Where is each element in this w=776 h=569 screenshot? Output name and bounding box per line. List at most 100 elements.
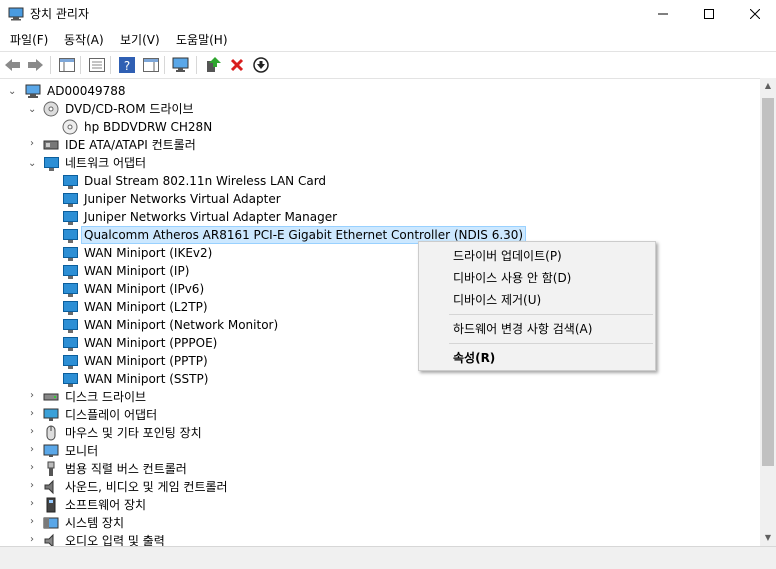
menu-view[interactable]: 보기(V) <box>120 31 160 48</box>
toolbar-divider <box>110 56 111 74</box>
tree-category-label: 마우스 및 기타 포인팅 장치 <box>65 426 202 440</box>
forward-arrow-icon <box>28 59 43 71</box>
tree-device-row[interactable]: WAN Miniport (SSTP) <box>62 370 210 388</box>
properties-toolbar-button[interactable] <box>88 56 106 74</box>
tree-root[interactable]: AD00049788 <box>25 82 128 100</box>
context-properties[interactable]: 속성(R) <box>453 349 495 366</box>
chevron-right-icon[interactable]: › <box>30 535 40 545</box>
tree-category-monitor[interactable]: 모니터 <box>43 442 100 460</box>
tree-device-row[interactable]: Juniper Networks Virtual Adapter <box>62 190 283 208</box>
close-button[interactable] <box>732 0 776 28</box>
tree-device-row[interactable]: Dual Stream 802.11n Wireless LAN Card <box>62 172 328 190</box>
tree-device-label: Juniper Networks Virtual Adapter Manager <box>84 210 338 224</box>
tree-category-audio-io[interactable]: 오디오 입력 및 출력 <box>43 532 167 546</box>
tree-category-label: 오디오 입력 및 출력 <box>65 534 165 546</box>
network-adapter-icon <box>62 281 78 297</box>
chevron-right-icon[interactable]: › <box>30 499 40 509</box>
tree-category-dvd[interactable]: DVD/CD-ROM 드라이브 <box>43 100 196 118</box>
scroll-down-arrow-icon[interactable]: ▼ <box>760 530 776 546</box>
system-device-icon <box>43 517 59 529</box>
network-adapter-icon <box>62 317 78 333</box>
minimize-button[interactable] <box>640 0 686 28</box>
chevron-right-icon[interactable]: › <box>30 481 40 491</box>
scrollbar-thumb[interactable] <box>762 98 774 466</box>
network-adapter-icon <box>62 173 78 189</box>
device-manager-icon <box>8 7 24 21</box>
help-icon: ? <box>119 57 135 73</box>
help-toolbar-button[interactable]: ? <box>118 56 136 74</box>
menu-file[interactable]: 파일(F) <box>10 31 48 48</box>
tree-category-label: DVD/CD-ROM 드라이브 <box>65 102 194 116</box>
tree-device-row[interactable]: WAN Miniport (IPv6) <box>62 280 206 298</box>
mouse-icon <box>46 425 56 441</box>
properties-icon <box>89 58 105 72</box>
tree-category-label: 네트워크 어댑터 <box>65 156 147 170</box>
action-pane-button[interactable] <box>142 56 160 74</box>
context-disable-device[interactable]: 디바이스 사용 안 함(D) <box>453 269 571 286</box>
chevron-right-icon[interactable]: › <box>30 463 40 473</box>
computer-icon <box>25 84 41 98</box>
context-menu: 드라이버 업데이트(P) 디바이스 사용 안 함(D) 디바이스 제거(U) 하… <box>418 241 656 371</box>
context-uninstall-device[interactable]: 디바이스 제거(U) <box>453 291 541 308</box>
tree-device-row[interactable]: hp BDDVDRW CH28N <box>62 118 214 136</box>
tree-device-row[interactable]: WAN Miniport (Network Monitor) <box>62 316 280 334</box>
network-adapter-icon <box>62 353 78 369</box>
tree-device-row[interactable]: WAN Miniport (PPTP) <box>62 352 210 370</box>
maximize-button[interactable] <box>686 0 732 28</box>
usb-icon <box>47 461 55 476</box>
tree-category-system[interactable]: 시스템 장치 <box>43 514 126 532</box>
context-scan-hardware[interactable]: 하드웨어 변경 사항 검색(A) <box>453 320 592 337</box>
tree-category-disk[interactable]: 디스크 드라이브 <box>43 388 148 406</box>
scan-hardware-toolbar-button[interactable] <box>172 56 190 74</box>
tree-device-label: WAN Miniport (IPv6) <box>84 282 205 296</box>
update-driver-toolbar-button[interactable] <box>204 56 222 74</box>
toolbar-divider <box>164 56 165 74</box>
display-adapter-icon <box>43 408 59 421</box>
chevron-down-icon[interactable]: ⌄ <box>28 105 38 115</box>
menu-action[interactable]: 동작(A) <box>64 31 104 48</box>
tree-category-mouse[interactable]: 마우스 및 기타 포인팅 장치 <box>43 424 204 442</box>
tree-category-label: 범용 직렬 버스 컨트롤러 <box>65 462 187 476</box>
back-button[interactable] <box>4 56 22 74</box>
menu-bar: 파일(F) 동작(A) 보기(V) 도움말(H) <box>0 28 776 50</box>
speaker-icon <box>44 479 54 495</box>
tree-root-label: AD00049788 <box>47 84 126 98</box>
vertical-scrollbar[interactable]: ▲ ▼ <box>760 78 776 546</box>
disable-device-toolbar-button[interactable] <box>252 56 270 74</box>
tree-device-label: WAN Miniport (PPPOE) <box>84 336 218 350</box>
tree-category-ide[interactable]: IDE ATA/ATAPI 컨트롤러 <box>43 136 198 154</box>
tree-device-row[interactable]: WAN Miniport (IP) <box>62 262 191 280</box>
menu-help[interactable]: 도움말(H) <box>176 31 228 48</box>
monitor-scan-icon <box>172 57 189 72</box>
chevron-down-icon[interactable]: ⌄ <box>28 159 38 169</box>
forward-button[interactable] <box>26 56 44 74</box>
chevron-right-icon[interactable]: › <box>30 391 40 401</box>
chevron-down-icon[interactable]: ⌄ <box>8 87 18 97</box>
tree-device-row[interactable]: WAN Miniport (L2TP) <box>62 298 210 316</box>
network-adapter-icon <box>62 245 78 261</box>
tree-category-display[interactable]: 디스플레이 어댑터 <box>43 406 159 424</box>
tree-category-network[interactable]: 네트워크 어댑터 <box>43 154 148 172</box>
monitor-icon <box>43 444 59 457</box>
chevron-right-icon[interactable]: › <box>30 139 40 149</box>
uninstall-toolbar-button[interactable] <box>228 56 246 74</box>
tree-category-label: 소프트웨어 장치 <box>65 498 147 512</box>
network-adapter-icon <box>62 263 78 279</box>
chevron-right-icon[interactable]: › <box>30 427 40 437</box>
toolbar-divider <box>50 56 51 74</box>
tree-category-software[interactable]: 소프트웨어 장치 <box>43 496 148 514</box>
chevron-right-icon[interactable]: › <box>30 517 40 527</box>
disk-drive-icon <box>43 393 59 401</box>
minimize-icon <box>658 13 668 15</box>
chevron-right-icon[interactable]: › <box>30 445 40 455</box>
tree-device-row[interactable]: Juniper Networks Virtual Adapter Manager <box>62 208 339 226</box>
tree-category-sound[interactable]: 사운드, 비디오 및 게임 컨트롤러 <box>43 478 230 496</box>
show-hide-console-tree-button[interactable] <box>58 56 76 74</box>
context-update-driver[interactable]: 드라이버 업데이트(P) <box>453 247 562 264</box>
tree-device-row[interactable]: WAN Miniport (PPPOE) <box>62 334 219 352</box>
chevron-right-icon[interactable]: › <box>30 409 40 419</box>
window-title: 장치 관리자 <box>30 7 90 21</box>
tree-device-row[interactable]: WAN Miniport (IKEv2) <box>62 244 214 262</box>
tree-category-usb[interactable]: 범용 직렬 버스 컨트롤러 <box>43 460 189 478</box>
scroll-up-arrow-icon[interactable]: ▲ <box>760 78 776 94</box>
